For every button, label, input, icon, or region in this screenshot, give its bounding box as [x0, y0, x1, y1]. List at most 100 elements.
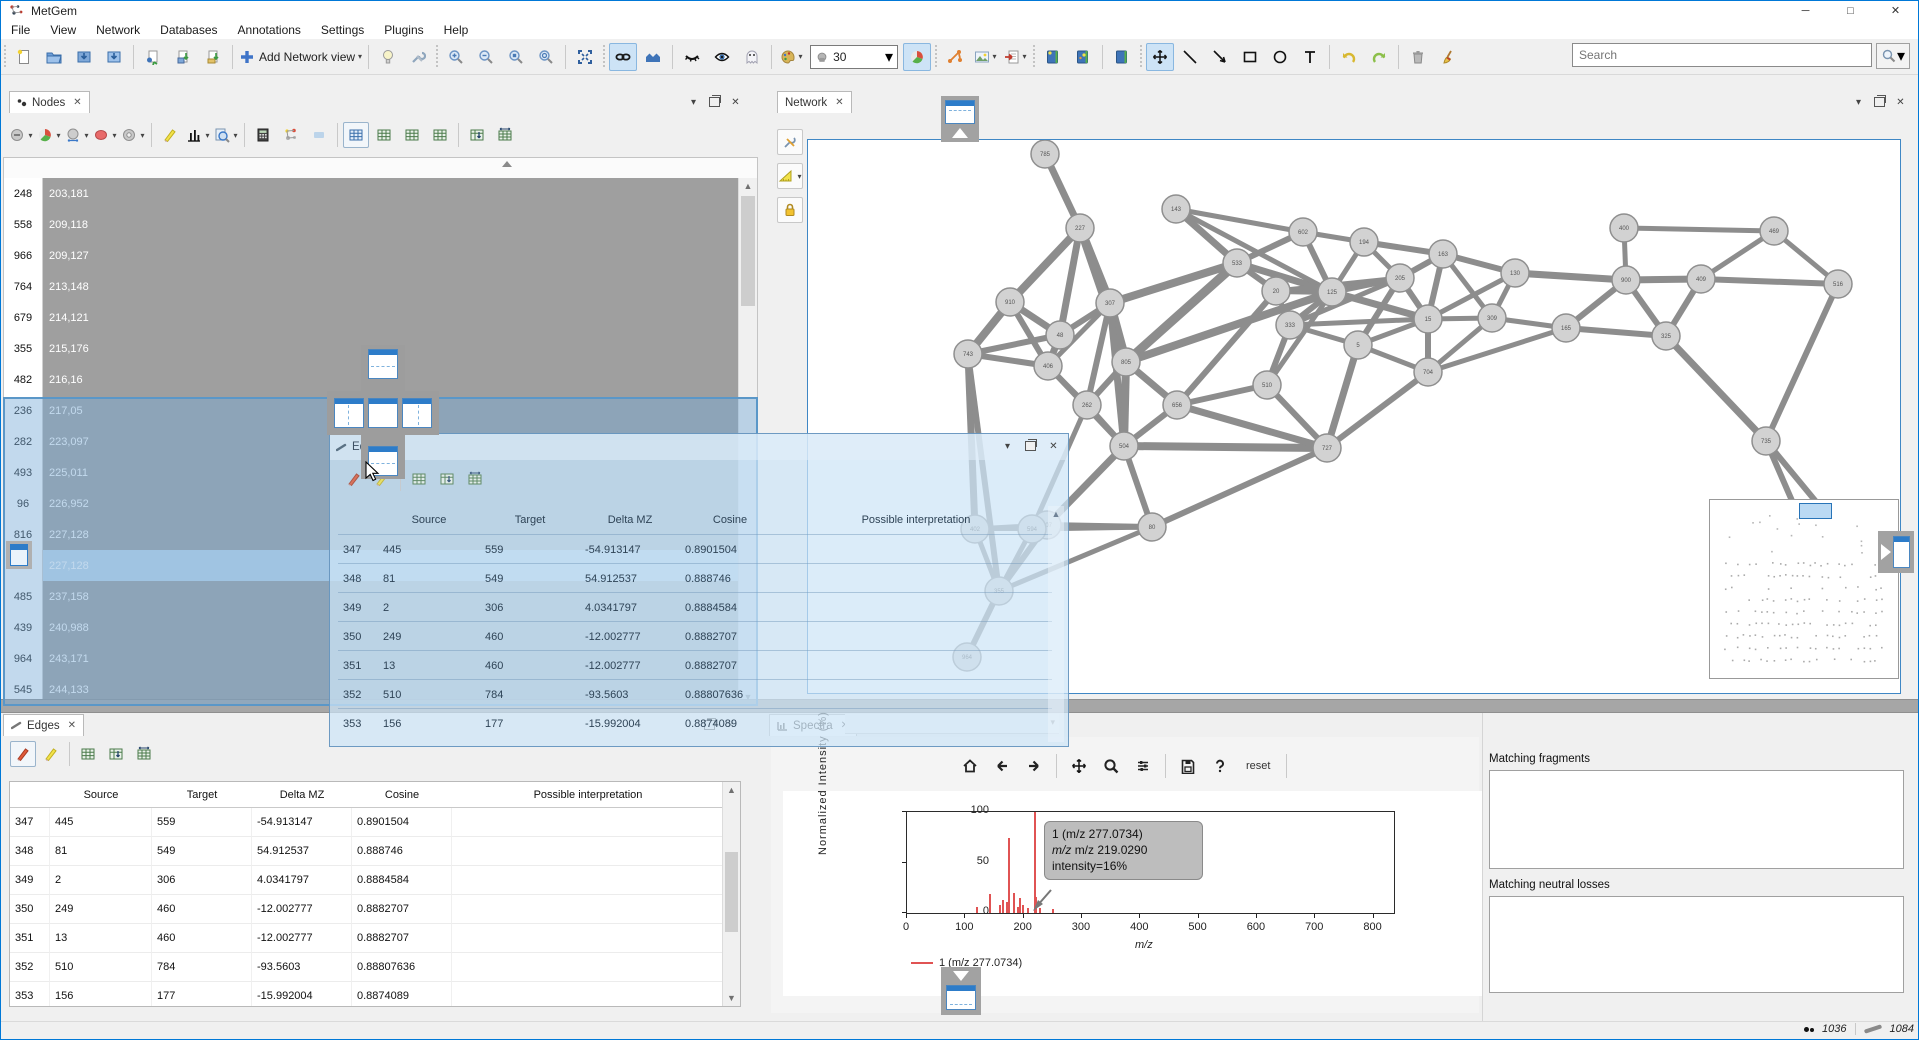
plot-pan-button[interactable] — [1066, 753, 1092, 779]
row-value[interactable]: 213,148 — [43, 271, 739, 303]
lock-column-button-dropdown-icon[interactable]: ▾ — [140, 131, 144, 140]
import-data-button[interactable] — [139, 43, 167, 71]
nodes-tab-close-icon[interactable]: ✕ — [73, 97, 81, 108]
database-results-button[interactable] — [1069, 43, 1097, 71]
plot-back-button[interactable] — [989, 753, 1015, 779]
nodes-table-row[interactable]: 966 209,127 — [4, 240, 757, 271]
nodes-table-row[interactable]: 679 214,121 — [4, 302, 757, 333]
table-view-all-button[interactable] — [75, 741, 101, 767]
network-node[interactable]: 80 — [1138, 513, 1166, 541]
network-dock-menu-button[interactable]: ▾ — [1850, 95, 1867, 109]
edges-table-row[interactable]: 350249460-12.0027770.8882707 — [338, 621, 1052, 651]
row-value[interactable]: 209,118 — [43, 209, 739, 241]
lock-column-button[interactable]: ▾ — [120, 122, 146, 148]
scrollbar-thumb[interactable] — [741, 196, 755, 306]
spring-layout-button[interactable] — [941, 43, 969, 71]
link-views-button[interactable] — [609, 43, 637, 71]
zoom-selected-button[interactable] — [502, 43, 530, 71]
network-node[interactable]: 130 — [1501, 259, 1529, 287]
show-items-button[interactable] — [708, 43, 736, 71]
matching-neutral-losses-box[interactable] — [1489, 896, 1904, 993]
network-node[interactable]: 504 — [1110, 432, 1138, 460]
network-minimap[interactable] — [1709, 499, 1899, 679]
network-node[interactable]: 20 — [1262, 277, 1290, 305]
nodes-dock-float-button[interactable] — [706, 95, 723, 109]
filter-nodes-button-dropdown-icon[interactable]: ▾ — [28, 131, 32, 140]
process-file-button[interactable] — [374, 43, 402, 71]
network-node[interactable]: 409 — [1687, 265, 1715, 293]
pie-charts-button[interactable] — [903, 43, 931, 71]
column-header-index[interactable] — [338, 506, 378, 534]
scale-button[interactable]: ▾ — [777, 163, 803, 189]
view-spectrum-button[interactable]: ▾ — [185, 122, 211, 148]
column-header-possible-interpretation[interactable]: Possible interpretation — [452, 782, 724, 808]
network-options-button[interactable] — [777, 129, 803, 155]
formula-button[interactable] — [250, 122, 276, 148]
minimize-button[interactable]: ─ — [1783, 1, 1828, 21]
database-query-button[interactable] — [1039, 43, 1067, 71]
column-header-delta-mz[interactable]: Delta MZ — [252, 782, 352, 808]
column-header-cosine[interactable]: Cosine — [680, 506, 780, 534]
highlight-edge-button[interactable] — [38, 741, 64, 767]
edit-edge-button[interactable] — [10, 741, 36, 767]
menu-view[interactable]: View — [40, 22, 86, 38]
node-size-combobox[interactable]: 30▾ — [810, 45, 898, 69]
plot-home-button[interactable] — [957, 753, 983, 779]
network-node[interactable]: 333 — [1276, 311, 1304, 339]
export-image-button-dropdown-icon[interactable]: ▾ — [993, 52, 997, 61]
menu-file[interactable]: File — [1, 22, 40, 38]
column-header-index[interactable] — [10, 782, 50, 808]
size-column-button-dropdown-icon[interactable]: ▾ — [84, 131, 88, 140]
nodes-table-header[interactable] — [4, 158, 757, 179]
network-node[interactable]: 704 — [1414, 358, 1442, 386]
menu-plugins[interactable]: Plugins — [374, 22, 433, 38]
nodes-dock-menu-button[interactable]: ▾ — [685, 95, 702, 109]
scrollbar-thumb[interactable] — [725, 852, 738, 932]
scale-button-dropdown-icon[interactable]: ▾ — [797, 172, 801, 181]
plot-configure-button[interactable] — [1130, 753, 1156, 779]
add-network-view-button-dropdown-icon[interactable]: ▾ — [358, 52, 362, 61]
menu-settings[interactable]: Settings — [311, 22, 374, 38]
edges-table-row[interactable]: 350249460-12.0027770.8882707 — [10, 895, 724, 924]
edges-table-scrollbar[interactable]: ▲ ▼ — [722, 782, 740, 1006]
move-mode-button[interactable] — [1146, 43, 1174, 71]
nodes-table-row[interactable]: 764 213,148 — [4, 271, 757, 302]
edges-table-row[interactable]: 34923064.03417970.8884584 — [338, 592, 1052, 622]
network-node[interactable]: 307 — [1096, 289, 1124, 317]
delete-button[interactable] — [1404, 43, 1432, 71]
draw-ellipse-button[interactable] — [1266, 43, 1294, 71]
row-header[interactable]: 558 — [4, 209, 43, 241]
hide-items-button[interactable] — [678, 43, 706, 71]
edges-table-row[interactable]: 35113460-12.0027770.8882707 — [10, 924, 724, 953]
menu-network[interactable]: Network — [86, 22, 150, 38]
clear-button[interactable] — [1434, 43, 1462, 71]
draw-text-button[interactable] — [1296, 43, 1324, 71]
menu-databases[interactable]: Databases — [150, 22, 227, 38]
highlight-column-button-dropdown-icon[interactable]: ▾ — [112, 131, 116, 140]
floating-panel-titlebar[interactable]: Edges ✕ — [330, 434, 1068, 460]
row-header[interactable]: 966 — [4, 240, 43, 272]
pie-column-button-dropdown-icon[interactable]: ▾ — [56, 131, 60, 140]
row-header[interactable]: 355 — [4, 333, 43, 365]
color-nodes-button-dropdown-icon[interactable]: ▾ — [799, 52, 803, 61]
menu-help[interactable]: Help — [434, 22, 479, 38]
edges-table-row[interactable]: 352510784-93.56030.88807636 — [338, 679, 1052, 709]
network-dock-close-button[interactable]: ✕ — [1892, 95, 1909, 109]
edges-table-row[interactable]: 3488154954.9125370.888746 — [10, 837, 724, 866]
edges-table-row[interactable]: 347445559-54.9131470.8901504 — [338, 534, 1052, 564]
edges-table-row[interactable]: 352510784-93.56030.88807636 — [10, 953, 724, 982]
network-node[interactable]: 15 — [1414, 305, 1442, 333]
row-value[interactable]: 214,121 — [43, 302, 739, 334]
network-node[interactable]: 785 — [1031, 140, 1059, 168]
table-view-selected-button[interactable] — [371, 122, 397, 148]
column-header-possible-interpretation[interactable]: Possible interpretation — [780, 506, 1052, 534]
redo-button[interactable] — [1365, 43, 1393, 71]
floating-menu-button[interactable]: ▾ — [999, 439, 1016, 453]
tab-nodes[interactable]: Nodes ✕ — [9, 91, 90, 113]
edges-table-row[interactable]: 35113460-12.0027770.8882707 — [338, 650, 1052, 680]
plot-zoom-button[interactable] — [1098, 753, 1124, 779]
clear-selection-button[interactable] — [306, 122, 332, 148]
network-node[interactable]: 656 — [1163, 391, 1191, 419]
show-neighbors-button[interactable] — [639, 43, 667, 71]
plot-save-button[interactable] — [1175, 753, 1201, 779]
